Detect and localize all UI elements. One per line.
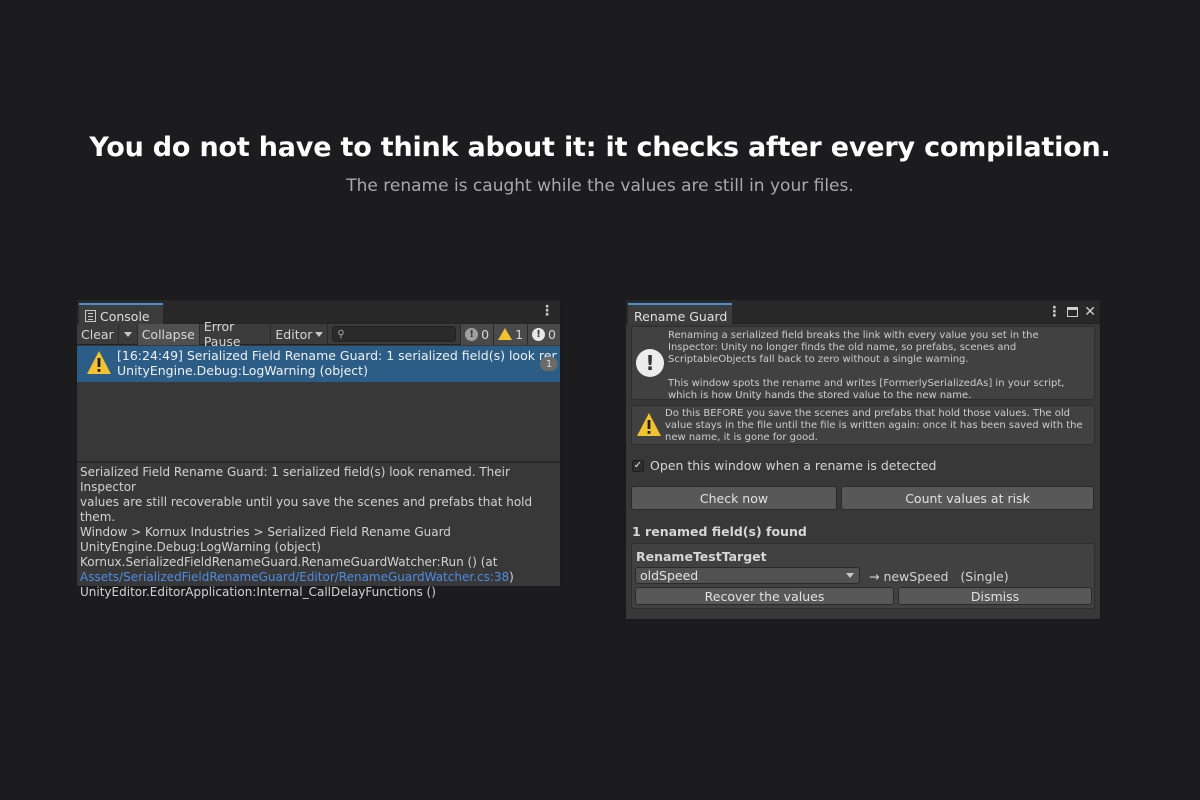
error-toggle[interactable]: ! 0 <box>527 323 560 345</box>
detail-line: Window > Kornux Industries > Serialized … <box>80 525 451 539</box>
clear-options-dropdown[interactable] <box>119 323 138 345</box>
console-toolbar: Clear Collapse Error Pause Editor ⚲ ! 0 1… <box>77 319 560 349</box>
info-help-paragraph: Renaming a serialized field breaks the l… <box>668 330 1039 365</box>
window-controls: ⋮ ✕ <box>1047 304 1096 320</box>
log-entry-line1: [16:24:49] Serialized Field Rename Guard… <box>117 348 557 363</box>
chevron-down-icon <box>846 573 854 578</box>
warning-helpbox: Do this BEFORE you save the scenes and p… <box>631 405 1095 445</box>
log-entry-line2: UnityEngine.Debug:LogWarning (object) <box>117 363 368 378</box>
console-tab[interactable]: Console <box>79 303 163 324</box>
log-detail: Serialized Field Rename Guard: 1 seriali… <box>80 465 555 600</box>
old-name-dropdown[interactable]: oldSpeed <box>635 567 860 584</box>
splitter[interactable] <box>77 461 560 463</box>
toggle-label: Open this window when a rename is detect… <box>650 458 937 473</box>
clear-label: Clear <box>81 326 114 342</box>
rename-guard-window: Rename Guard ⋮ ✕ ! Renaming a serialized… <box>625 299 1101 620</box>
renamed-field-group: RenameTestTarget oldSpeed → newSpeed (Si… <box>631 543 1095 609</box>
checkbox[interactable]: ✓ <box>632 459 644 472</box>
collapse-label: Collapse <box>141 326 195 342</box>
warning-icon <box>87 351 111 374</box>
info-helpbox: ! Renaming a serialized field breaks the… <box>631 326 1095 401</box>
error-icon: ! <box>532 327 546 341</box>
hero-title: You do not have to think about it: it ch… <box>89 132 1111 163</box>
log-list: [16:24:49] Serialized Field Rename Guard… <box>77 346 560 461</box>
group-title: RenameTestTarget <box>636 549 767 564</box>
info-icon: ! <box>465 327 479 341</box>
collapse-toggle[interactable]: Collapse <box>137 323 200 345</box>
warning-help-text: Do this BEFORE you save the scenes and p… <box>665 408 1083 443</box>
guard-tabbar: Rename Guard ⋮ ✕ <box>626 300 1100 324</box>
console-tab-label: Console <box>100 308 150 324</box>
editor-dropdown[interactable]: Editor <box>271 323 329 345</box>
chevron-down-icon <box>123 331 132 337</box>
count-values-button[interactable]: Count values at risk <box>841 486 1094 510</box>
search-input[interactable]: ⚲ <box>332 326 457 342</box>
warning-count: 1 <box>515 326 524 342</box>
editor-label: Editor <box>275 326 313 342</box>
error-pause-toggle[interactable]: Error Pause <box>200 319 272 349</box>
collapse-count-badge: 1 <box>540 357 558 371</box>
old-name-value: oldSpeed <box>640 568 699 583</box>
warning-icon <box>637 413 661 436</box>
info-help-paragraph: This window spots the rename and writes … <box>668 378 1065 401</box>
console-tabbar: Console ⋮ <box>77 300 560 324</box>
clear-button[interactable]: Clear <box>77 323 119 345</box>
info-toggle[interactable]: ! 0 <box>460 323 494 345</box>
console-icon <box>85 310 96 322</box>
warning-toggle[interactable]: 1 <box>493 323 528 345</box>
detail-line: values are still recoverable until you s… <box>80 495 533 524</box>
log-counters: ! 0 1 ! 0 <box>460 323 560 345</box>
found-count-label: 1 renamed field(s) found <box>632 524 807 539</box>
info-count: 0 <box>481 326 490 342</box>
link-suffix: ) <box>509 570 514 584</box>
console-window: Console ⋮ Clear Collapse Error Pause Edi… <box>76 299 561 599</box>
log-entry[interactable]: [16:24:49] Serialized Field Rename Guard… <box>77 346 560 382</box>
error-count: 0 <box>548 326 556 342</box>
detail-link-line: Assets/SerializedFieldRenameGuard/Editor… <box>80 570 555 585</box>
log-entry-text: [16:24:49] Serialized Field Rename Guard… <box>117 348 557 378</box>
source-file-link[interactable]: Assets/SerializedFieldRenameGuard/Editor… <box>80 570 509 584</box>
check-now-button[interactable]: Check now <box>631 486 837 510</box>
close-icon[interactable]: ✕ <box>1084 305 1096 319</box>
chevron-down-icon <box>315 331 324 337</box>
hero-subtitle: The rename is caught while the values ar… <box>346 176 854 196</box>
open-on-rename-toggle[interactable]: ✓ Open this window when a rename is dete… <box>632 458 936 473</box>
detail-line: Kornux.SerializedFieldRenameGuard.Rename… <box>80 555 498 569</box>
rename-guard-tab-label: Rename Guard <box>634 308 728 324</box>
kebab-menu-icon[interactable]: ⋮ <box>540 304 554 318</box>
detail-line: UnityEditor.EditorApplication:Internal_C… <box>80 585 436 599</box>
recover-values-button[interactable]: Recover the values <box>635 587 894 605</box>
detail-line: Serialized Field Rename Guard: 1 seriali… <box>80 465 510 494</box>
error-pause-label: Error Pause <box>203 319 241 349</box>
maximize-icon[interactable] <box>1067 307 1079 317</box>
new-name-label: → newSpeed (Single) <box>869 569 1009 584</box>
info-icon: ! <box>636 349 664 377</box>
dismiss-button[interactable]: Dismiss <box>898 587 1092 605</box>
rename-guard-tab[interactable]: Rename Guard <box>628 303 732 324</box>
detail-line: UnityEngine.Debug:LogWarning (object) <box>80 540 321 554</box>
warning-icon <box>498 328 513 340</box>
kebab-menu-icon[interactable]: ⋮ <box>1047 304 1061 320</box>
search-icon: ⚲ <box>337 328 345 340</box>
